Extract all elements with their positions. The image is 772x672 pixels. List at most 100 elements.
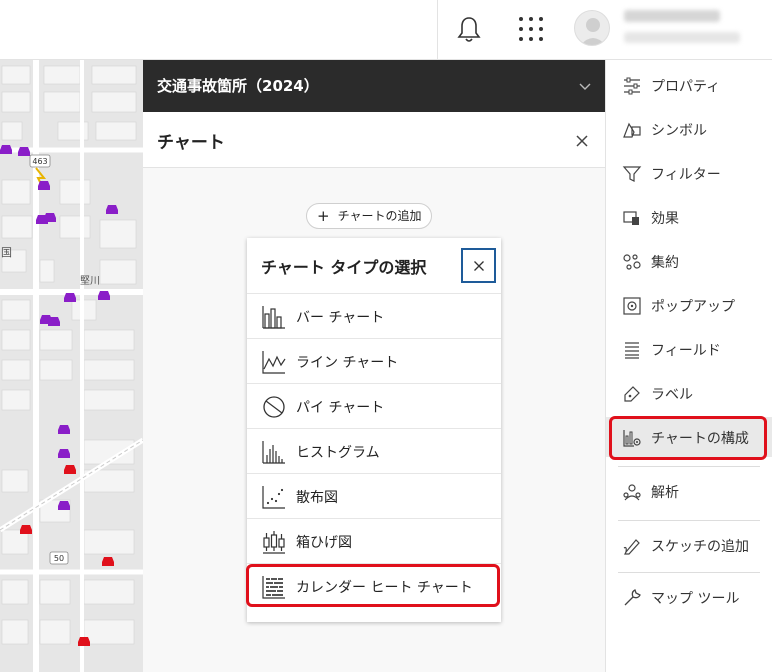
map-canvas[interactable]: 463 国 堅川 50 — [0, 60, 143, 672]
chooser-close-button[interactable] — [461, 248, 496, 283]
layer-title: 交通事故箇所（2024） — [157, 77, 319, 95]
chooser-title: チャート タイプの選択 — [261, 258, 427, 277]
route-label-50: 50 — [54, 554, 64, 563]
popup-icon — [623, 297, 641, 315]
tool-map-tools[interactable]: マップ ツール — [606, 577, 772, 617]
map-area-label: 国 — [1, 246, 12, 259]
avatar[interactable] — [574, 10, 610, 46]
chart-type-line[interactable]: ライン チャート — [247, 338, 501, 383]
chart-type-calendar-heat[interactable]: カレンダー ヒート チャート — [247, 563, 501, 608]
map-view[interactable]: 463 国 堅川 50 — [0, 60, 143, 672]
chart-type-scatter[interactable]: 散布図 — [247, 473, 501, 518]
topbar-divider — [437, 0, 438, 60]
tool-label: 解析 — [651, 485, 679, 501]
chart-type-pie[interactable]: パイ チャート — [247, 383, 501, 428]
configure-charts-icon — [623, 430, 641, 447]
purple-car-marker[interactable] — [58, 425, 70, 434]
purple-car-marker[interactable] — [58, 449, 70, 458]
red-car-marker[interactable] — [20, 525, 32, 534]
tool-properties[interactable]: プロパティ — [606, 65, 772, 105]
tool-label: プロパティ — [651, 79, 721, 95]
tool-add-sketch[interactable]: スケッチの追加 — [606, 525, 772, 565]
chart-type-label: ライン チャート — [296, 355, 399, 371]
panel-header: チャート — [143, 112, 605, 168]
app-root: 463 国 堅川 50 交通事故箇所（2024） チャート + チャートの追加 … — [0, 0, 772, 672]
tool-configure-charts[interactable]: チャートの構成 — [606, 417, 772, 457]
tool-label: フィルター — [651, 167, 721, 183]
chart-type-label: パイ チャート — [296, 400, 385, 416]
close-icon — [474, 261, 484, 271]
purple-car-marker[interactable] — [64, 293, 76, 302]
tool-popup[interactable]: ポップアップ — [606, 285, 772, 325]
add-chart-button[interactable]: + チャートの追加 — [306, 203, 433, 229]
chart-type-label: ヒストグラム — [296, 445, 380, 461]
effects-icon — [623, 211, 639, 225]
chart-type-label: カレンダー ヒート チャート — [296, 580, 473, 596]
chart-type-bar[interactable]: バー チャート — [247, 293, 501, 338]
purple-car-marker[interactable] — [0, 145, 12, 154]
tool-fields[interactable]: フィールド — [606, 329, 772, 369]
labels-icon — [624, 386, 640, 402]
user-avatar-icon — [580, 18, 606, 45]
chart-type-histogram[interactable]: ヒストグラム — [247, 428, 501, 473]
panel-title: チャート — [157, 133, 225, 153]
chart-type-label: 箱ひげ図 — [296, 535, 352, 551]
line-chart-icon — [262, 351, 286, 374]
tool-labels[interactable]: ラベル — [606, 373, 772, 413]
properties-icon — [624, 77, 640, 95]
purple-car-marker[interactable] — [106, 205, 118, 214]
top-bar — [0, 0, 772, 60]
bar-chart-icon — [262, 306, 285, 329]
chart-type-label: バー チャート — [296, 310, 385, 326]
tool-label: 集約 — [651, 255, 679, 271]
scatter-plot-icon — [262, 486, 285, 509]
right-toolbar: プロパティ シンボル フィルター 効果 集約 ポップアップ フィールド ラベル … — [605, 60, 772, 672]
user-id-blurred[interactable] — [624, 32, 740, 43]
purple-car-marker[interactable] — [38, 181, 50, 190]
map-tools-icon — [624, 589, 641, 606]
tool-filter[interactable]: フィルター — [606, 153, 772, 193]
tool-label: ポップアップ — [651, 299, 735, 315]
layer-header[interactable]: 交通事故箇所（2024） — [143, 60, 605, 112]
tool-label: マップ ツール — [651, 591, 740, 607]
purple-car-marker[interactable] — [58, 501, 70, 510]
add-chart-label: チャートの追加 — [337, 209, 422, 223]
tool-label: シンボル — [651, 123, 707, 139]
tool-label: フィールド — [651, 343, 721, 359]
red-car-marker[interactable] — [64, 465, 76, 474]
chart-type-box-plot[interactable]: 箱ひげ図 — [247, 518, 501, 563]
route-label-463: 463 — [32, 157, 47, 166]
tool-symbol[interactable]: シンボル — [606, 109, 772, 149]
tool-effects[interactable]: 効果 — [606, 197, 772, 237]
tool-label: スケッチの追加 — [651, 539, 749, 555]
box-plot-icon — [263, 531, 285, 554]
histogram-icon — [262, 441, 285, 464]
filter-icon — [622, 166, 642, 182]
purple-car-marker[interactable] — [44, 213, 56, 222]
aggregation-icon — [623, 254, 641, 270]
plus-icon: + — [317, 207, 330, 225]
sketch-icon — [623, 539, 640, 555]
charts-panel: チャート + チャートの追加 チャート タイプの選択 バー チャート ライン チ… — [143, 112, 605, 672]
tool-aggregation[interactable]: 集約 — [606, 241, 772, 281]
toolbar-divider — [618, 520, 760, 521]
calendar-heat-chart-icon — [262, 576, 285, 599]
red-car-marker[interactable] — [102, 557, 114, 566]
analysis-icon — [623, 484, 641, 501]
pie-chart-icon — [263, 396, 285, 418]
tool-analysis[interactable]: 解析 — [606, 471, 772, 511]
river-label: 堅川 — [80, 275, 100, 287]
fields-icon — [625, 342, 639, 359]
user-name-blurred[interactable] — [624, 10, 720, 22]
purple-car-marker[interactable] — [18, 147, 30, 156]
toolbar-divider — [618, 466, 760, 467]
close-icon[interactable] — [575, 134, 589, 148]
red-car-marker[interactable] — [78, 637, 90, 646]
bell-icon[interactable] — [455, 14, 483, 44]
chart-type-chooser: チャート タイプの選択 バー チャート ライン チャート パイ チャート ヒスト… — [247, 238, 501, 622]
purple-car-marker[interactable] — [98, 291, 110, 300]
grid-icon[interactable] — [516, 14, 546, 44]
purple-car-marker[interactable] — [48, 317, 60, 326]
chevron-down-icon[interactable] — [579, 80, 591, 92]
symbol-icon — [623, 122, 641, 138]
